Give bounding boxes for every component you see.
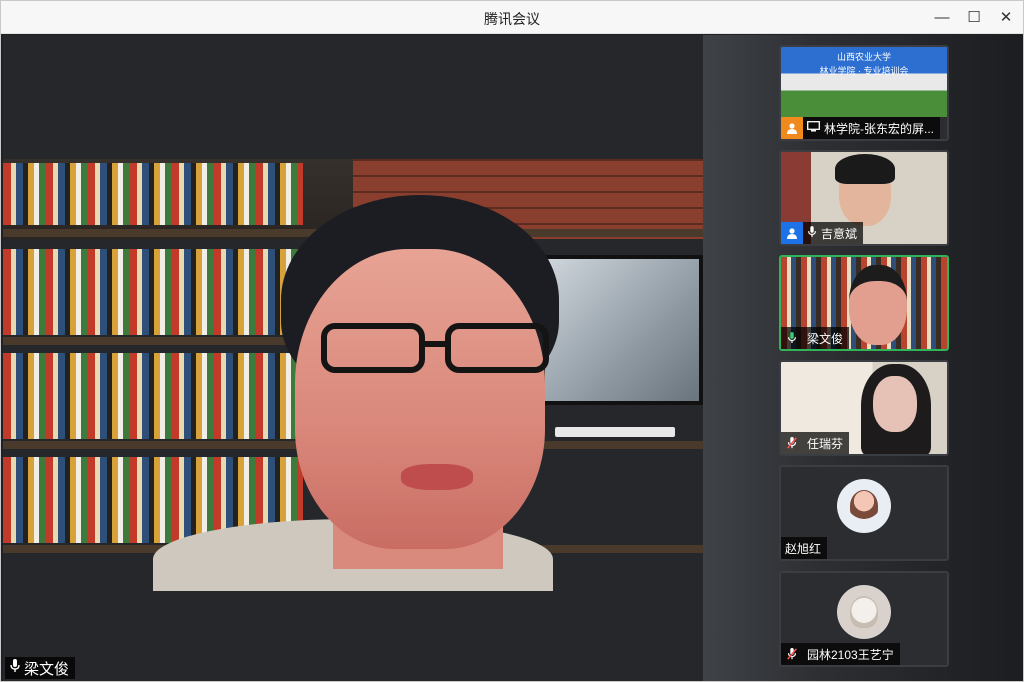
participant-name: 林学院-张东宏的屏...: [824, 121, 934, 136]
cartoon-avatar-icon: [850, 490, 878, 522]
window-title: 腾讯会议: [484, 11, 540, 27]
photo-avatar-icon: [850, 596, 878, 628]
participant-tile[interactable]: 园林2103王艺宁: [779, 571, 949, 667]
maximize-button[interactable]: ☐: [961, 5, 987, 29]
screen-share-icon: [807, 121, 820, 135]
microphone-muted-icon: [781, 432, 803, 454]
microphone-icon: [807, 225, 817, 241]
participant-avatar: [837, 585, 891, 639]
participant-tile-active-speaker[interactable]: 梁文俊: [779, 255, 949, 351]
tv-stand: [555, 427, 675, 437]
participant-sidebar[interactable]: 山西农业大学 林业学院 · 专业培训会 林学院-张东宏的屏... 吉意斌 梁文俊…: [703, 35, 1023, 681]
participant-name-tag: 林学院-张东宏的屏...: [781, 117, 940, 139]
screen-share-header: 山西农业大学: [836, 52, 891, 62]
microphone-icon: [781, 327, 803, 349]
minimize-button[interactable]: —: [929, 5, 955, 29]
close-button[interactable]: ✕: [993, 5, 1019, 29]
person-icon: [781, 117, 803, 139]
main-speaker-name: 梁文俊: [24, 660, 70, 678]
participant-name: 园林2103王艺宁: [807, 647, 894, 662]
participant-name: 吉意斌: [821, 226, 858, 241]
bookshelf-row: [3, 249, 303, 335]
participant-name-tag: 任瑞芬: [781, 432, 850, 454]
main-speaker-label: 梁文俊: [5, 657, 76, 679]
participant-name: 赵旭红: [785, 541, 822, 556]
screen-share-subheader: 林业学院 · 专业培训会: [819, 66, 909, 76]
participant-name: 梁文俊: [807, 331, 844, 346]
participant-tile[interactable]: 任瑞芬: [779, 360, 949, 456]
main-video-feed: [3, 159, 703, 591]
shared-screen-thumbnail: 山西农业大学 林业学院 · 专业培训会: [781, 47, 947, 117]
participant-tile[interactable]: 山西农业大学 林业学院 · 专业培训会 林学院-张东宏的屏...: [779, 45, 949, 141]
participant-name: 任瑞芬: [807, 436, 844, 451]
main-video-stage[interactable]: 梁文俊: [3, 35, 703, 681]
participant-tile[interactable]: 赵旭红: [779, 465, 949, 561]
microphone-icon: [9, 659, 21, 677]
participant-name-tag: 梁文俊: [781, 327, 850, 349]
title-bar: 腾讯会议 — ☐ ✕: [1, 1, 1023, 34]
person-icon: [781, 222, 803, 244]
meeting-window: 腾讯会议 — ☐ ✕ 梁文俊 山西农业大学 林业学院 · 专业培训会 林学院-张…: [0, 0, 1024, 682]
participant-name-tag: 吉意斌: [781, 222, 864, 244]
participant-tile[interactable]: 吉意斌: [779, 150, 949, 246]
bookshelf-row: [3, 163, 303, 225]
speaker-mouth: [401, 464, 473, 490]
participant-avatar: [837, 479, 891, 533]
bookshelf-row: [3, 353, 303, 439]
microphone-muted-icon: [781, 643, 803, 665]
background-tv: [541, 255, 703, 405]
speaker-glasses: [321, 323, 551, 377]
participant-name-tag: 赵旭红: [781, 537, 828, 559]
speaker-face: [295, 249, 545, 549]
participant-name-tag: 园林2103王艺宁: [781, 643, 900, 665]
